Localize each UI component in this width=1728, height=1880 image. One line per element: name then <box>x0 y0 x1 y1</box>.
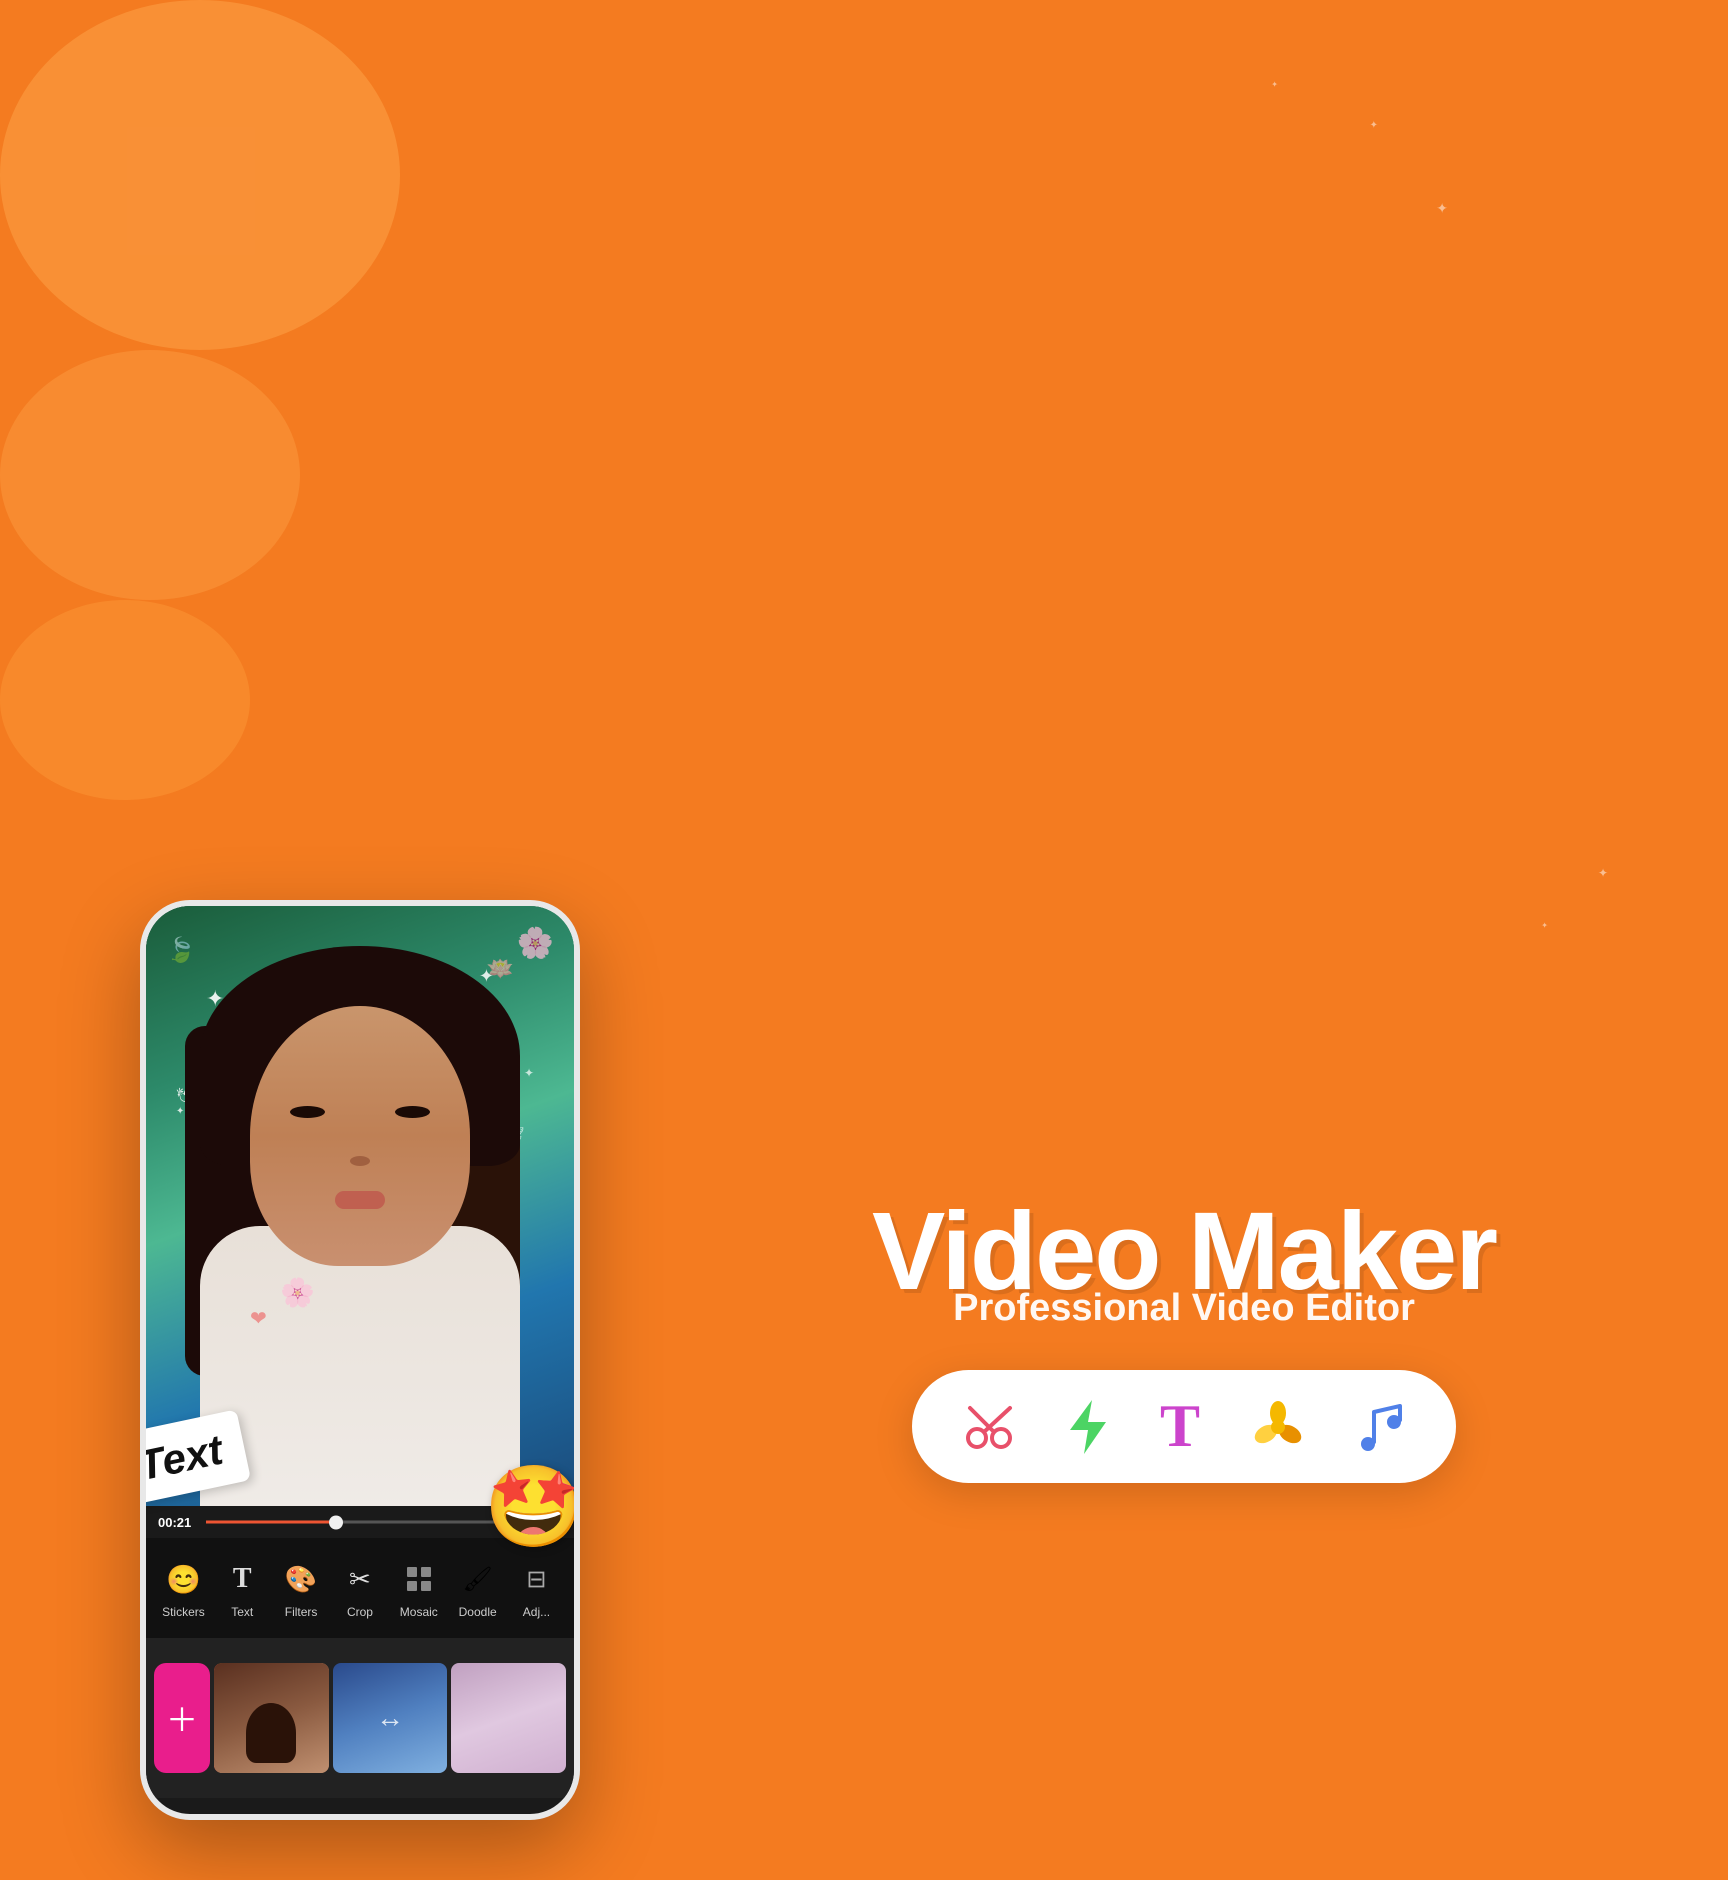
crop-icon: ✂ <box>338 1557 382 1601</box>
thumb-bg-3 <box>451 1663 566 1773</box>
feature-pill: T <box>912 1370 1456 1483</box>
main-container: 🌸 🪷 🍃 ✦ ✦ ✦ ✦ ✦ ✦ ✦ ✦ 🕊 🕊 <box>0 800 1728 1880</box>
tool-filters[interactable]: 🎨 Filters <box>279 1557 323 1619</box>
tool-adjust[interactable]: ⊟ Adj... <box>514 1557 558 1619</box>
doodle-icon: 🖌 <box>456 1557 500 1601</box>
adjust-icon: ⊟ <box>514 1557 558 1601</box>
timeline-progress <box>206 1521 329 1524</box>
eye-right <box>395 1106 430 1118</box>
eye-left <box>290 1106 325 1118</box>
timeline-bar <box>206 1521 514 1524</box>
thumb-face-1 <box>246 1703 296 1763</box>
bg-sparkle-3: ✦ <box>1271 80 1278 89</box>
tool-doodle[interactable]: 🖌 Doodle <box>456 1557 500 1619</box>
feature-flower <box>1250 1399 1306 1455</box>
phone-filmstrip: ＋ ↔ <box>146 1638 574 1798</box>
phone-mockup: 🌸 🪷 🍃 ✦ ✦ ✦ ✦ ✦ ✦ ✦ ✦ 🕊 🕊 <box>140 900 580 1820</box>
film-thumb-3[interactable] <box>451 1663 566 1773</box>
app-subtitle: Professional Video Editor <box>872 1287 1496 1330</box>
phone-section: 🌸 🪷 🍃 ✦ ✦ ✦ ✦ ✦ ✦ ✦ ✦ 🕊 🕊 <box>80 800 640 1880</box>
bg-blob-bottom-left <box>0 350 300 600</box>
floral-heart: ❤ <box>250 1306 267 1331</box>
floral-1: 🌸 <box>280 1276 315 1309</box>
thumb-bg-2: ↔ <box>333 1663 448 1773</box>
text-icon: T <box>220 1557 264 1601</box>
feature-scissors <box>962 1400 1016 1454</box>
text-label: Text <box>231 1605 253 1619</box>
body-top: 🌸 ❤ <box>200 1226 520 1506</box>
add-clip-button[interactable]: ＋ <box>154 1663 210 1773</box>
bg-blob-top-right <box>0 0 400 350</box>
timeline-time-left: 00:21 <box>158 1515 191 1530</box>
filters-icon: 🎨 <box>279 1557 323 1601</box>
bg-sparkle-1: ✦ <box>1370 120 1378 131</box>
bg-sparkle-2: ✦ <box>1436 200 1448 217</box>
tool-stickers[interactable]: 😊 Stickers <box>161 1557 205 1619</box>
stickers-label: Stickers <box>162 1605 205 1619</box>
mosaic-label: Mosaic <box>400 1605 438 1619</box>
timeline-dot <box>329 1515 343 1529</box>
emoji-sticker: 🤩 <box>484 1460 580 1554</box>
bg-blob-bottom-right <box>0 600 250 800</box>
stickers-icon: 😊 <box>161 1557 205 1601</box>
lips <box>335 1191 385 1209</box>
face <box>250 1006 470 1266</box>
mosaic-icon <box>397 1557 441 1601</box>
tool-mosaic[interactable]: Mosaic <box>397 1557 441 1619</box>
feature-music <box>1356 1400 1406 1454</box>
thumb-bg-1 <box>214 1663 329 1773</box>
tool-text[interactable]: T Text <box>220 1557 264 1619</box>
film-thumb-2[interactable]: ↔ <box>333 1663 448 1773</box>
filters-label: Filters <box>285 1605 318 1619</box>
feature-text: T <box>1160 1392 1200 1461</box>
nose <box>350 1156 370 1166</box>
app-title-container: Video Maker Professional Video Editor <box>872 1197 1496 1330</box>
crop-label: Crop <box>347 1605 373 1619</box>
sticker-text-label: Text <box>140 1426 227 1490</box>
feature-bolt <box>1066 1398 1110 1456</box>
right-section: Video Maker Professional Video Editor <box>640 1197 1648 1483</box>
doodle-label: Doodle <box>459 1605 497 1619</box>
film-thumb-1[interactable] <box>214 1663 329 1773</box>
tool-crop[interactable]: ✂ Crop <box>338 1557 382 1619</box>
adjust-label: Adj... <box>523 1605 550 1619</box>
transition-icon: ↔ <box>376 1702 404 1734</box>
